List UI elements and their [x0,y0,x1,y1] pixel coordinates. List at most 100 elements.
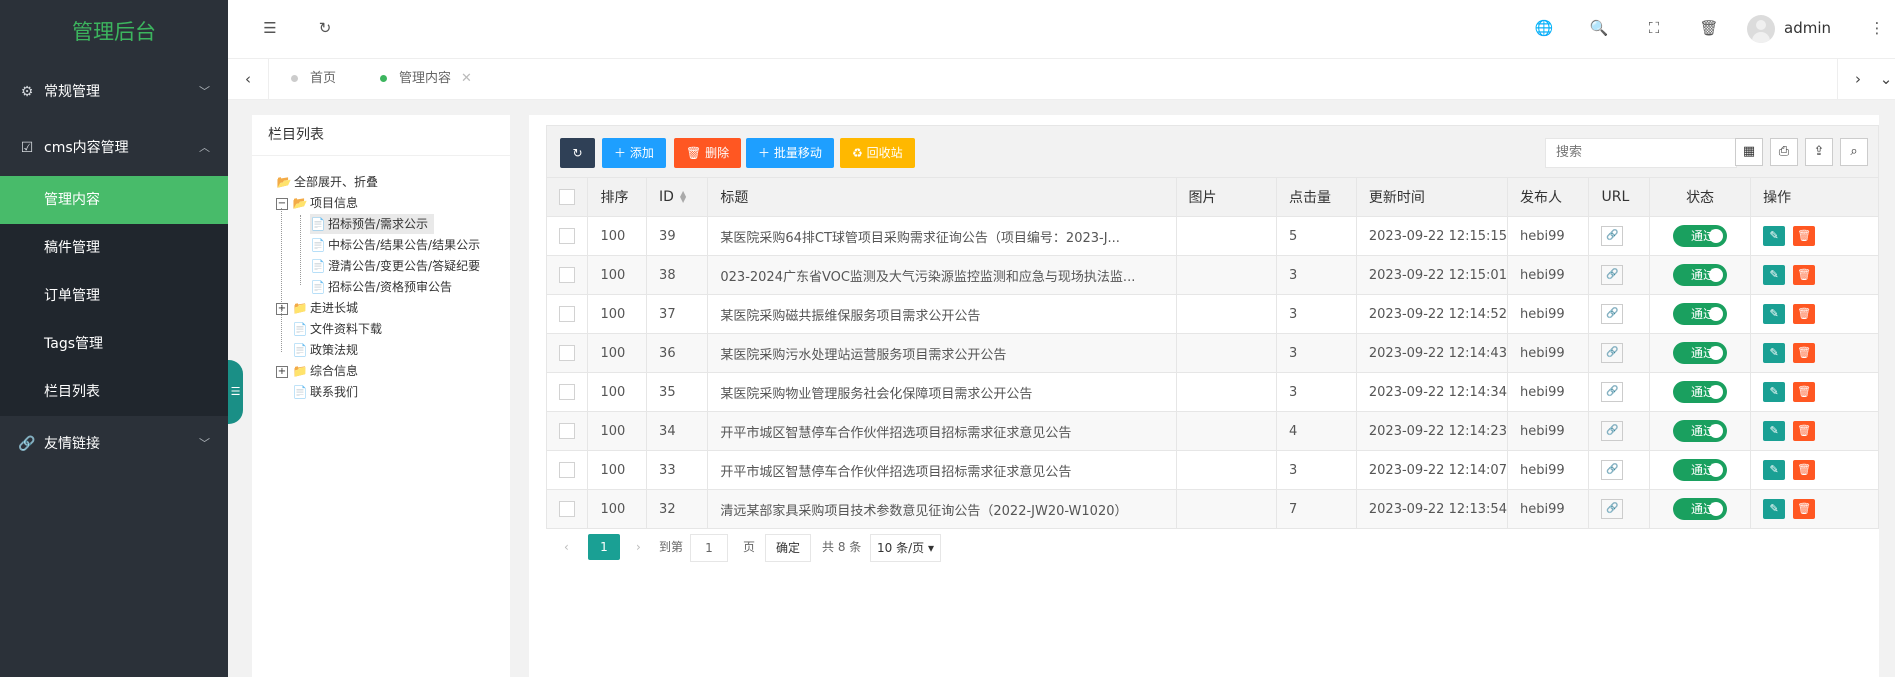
delete-icon[interactable]: 🗑 [1793,265,1816,285]
tree-node-c4[interactable]: 📄 招标公告/资格预审公告 [310,277,453,297]
expand-icon[interactable]: + [276,302,288,315]
checkbox[interactable] [559,345,576,361]
trash-icon[interactable]: 🗑 [1699,18,1719,38]
row-checkbox-cell[interactable] [545,333,589,373]
avatar[interactable] [1747,15,1775,43]
delete-icon[interactable]: 🗑 [1793,460,1816,480]
tab-next-icon[interactable]: › [1837,59,1878,99]
expand-icon[interactable]: + [276,365,288,378]
tab-manage-content[interactable]: 管理内容 ✕ [380,59,472,99]
status-toggle[interactable]: 通过 [1673,498,1728,520]
checkbox[interactable] [559,267,576,283]
link-icon[interactable]: 🔗 [1601,421,1624,441]
more-icon[interactable]: ⋮ [1867,18,1887,38]
link-icon[interactable]: 🔗 [1601,226,1624,246]
row-checkbox-cell[interactable] [545,255,589,295]
link-icon[interactable]: 🔗 [1601,265,1624,285]
globe-icon[interactable]: 🌐 [1534,18,1554,38]
link-icon[interactable]: 🔗 [1601,343,1624,363]
edit-icon[interactable]: ✎ [1763,304,1786,324]
search-icon[interactable]: ⌕ [1840,138,1868,166]
delete-icon[interactable]: 🗑 [1793,226,1816,246]
refresh-button[interactable]: ↻ [560,138,595,168]
prev-page-icon[interactable]: ‹ [564,534,569,560]
page-jump-input[interactable]: 1 [690,534,728,562]
next-page-icon[interactable]: › [636,534,641,560]
checkbox[interactable] [559,384,576,400]
tree-node-lianxi[interactable]: 📄 联系我们 [292,382,359,402]
delete-icon[interactable]: 🗑 [1793,499,1816,519]
page-size-select[interactable]: 10 条/页 ▾ [870,534,941,562]
menu-toggle-icon[interactable]: ☰ [260,18,280,38]
edit-icon[interactable]: ✎ [1763,382,1786,402]
batch-move-button[interactable]: ＋ 批量移动 [746,138,834,168]
tree-node-zhengce[interactable]: 📄 政策法规 [292,340,359,360]
link-icon[interactable]: 🔗 [1601,304,1624,324]
sidebar-collapse-handle[interactable]: ☰ [228,360,243,424]
row-checkbox-cell[interactable] [545,372,589,412]
tree-node-zonghe[interactable]: + 📁 综合信息 [276,361,358,381]
sidebar-item-tags[interactable]: Tags管理 [0,320,228,368]
delete-icon[interactable]: 🗑 [1793,343,1816,363]
edit-icon[interactable]: ✎ [1763,421,1786,441]
sidebar-item-content[interactable]: 管理内容 [0,176,228,224]
edit-icon[interactable]: ✎ [1763,265,1786,285]
close-icon[interactable]: ✕ [461,71,472,86]
link-icon[interactable]: 🔗 [1601,460,1624,480]
checkbox[interactable] [559,189,576,205]
status-toggle[interactable]: 通过 [1673,303,1728,325]
delete-icon[interactable]: 🗑 [1793,382,1816,402]
tab-home[interactable]: 首页 [291,59,336,99]
edit-icon[interactable]: ✎ [1763,460,1786,480]
status-toggle[interactable]: 通过 [1673,381,1728,403]
row-checkbox-cell[interactable] [545,450,589,490]
search-input[interactable] [1545,138,1737,168]
sidebar-item-manuscripts[interactable]: 稿件管理 [0,224,228,272]
delete-button[interactable]: 🗑 删除 [674,138,742,168]
row-checkbox-cell[interactable] [545,411,589,451]
menu-group-links[interactable]: 🔗 友情链接 ﹀ [0,416,228,472]
tree-node-c3[interactable]: 📄 澄清公告/变更公告/答疑纪要 [310,256,481,276]
edit-icon[interactable]: ✎ [1763,343,1786,363]
user-name[interactable]: admin [1784,19,1831,37]
refresh-icon[interactable]: ↻ [315,18,335,38]
row-checkbox-cell[interactable] [545,216,589,256]
row-checkbox-cell[interactable] [545,489,589,529]
checkbox[interactable] [559,423,576,439]
sidebar-item-orders[interactable]: 订单管理 [0,272,228,320]
tree-expand-all[interactable]: 📂 全部展开、折叠 [276,172,379,192]
menu-group-general[interactable]: ⚙ 常规管理 ﹀ [0,64,228,120]
page-confirm-button[interactable]: 确定 [765,534,812,562]
checkbox[interactable] [559,501,576,517]
search-icon[interactable]: 🔍 [1589,18,1609,38]
link-icon[interactable]: 🔗 [1601,499,1624,519]
page-number[interactable]: 1 [588,534,620,560]
row-checkbox-cell[interactable] [545,294,589,334]
tree-node-zoujin[interactable]: + 📁 走进长城 [276,298,358,318]
export-icon[interactable]: ⇪ [1805,138,1833,166]
sidebar-item-columns[interactable]: 栏目列表 [0,368,228,416]
checkbox[interactable] [559,306,576,322]
edit-icon[interactable]: ✎ [1763,499,1786,519]
recycle-button[interactable]: ♻ 回收站 [840,138,915,168]
status-toggle[interactable]: 通过 [1673,264,1728,286]
tree-node-c2[interactable]: 📄 中标公告/结果公告/结果公示 [310,235,481,255]
collapse-icon[interactable]: − [276,197,288,210]
print-icon[interactable]: ⎙ [1770,138,1798,166]
status-toggle[interactable]: 通过 [1673,225,1728,247]
status-toggle[interactable]: 通过 [1673,342,1728,364]
checkbox[interactable] [559,228,576,244]
menu-group-cms[interactable]: ☑ cms内容管理 ︿ [0,120,228,176]
link-icon[interactable]: 🔗 [1601,382,1624,402]
delete-icon[interactable]: 🗑 [1793,304,1816,324]
status-toggle[interactable]: 通过 [1673,420,1728,442]
edit-icon[interactable]: ✎ [1763,226,1786,246]
select-all-checkbox[interactable] [545,177,589,217]
status-toggle[interactable]: 通过 [1673,459,1728,481]
tab-prev-icon[interactable]: ‹ [228,59,269,99]
add-button[interactable]: ＋ 添加 [602,138,666,168]
tree-node-wenjian[interactable]: 📄 文件资料下载 [292,319,383,339]
tab-menu-icon[interactable]: ⌄ [1877,59,1895,99]
tree-node-c1[interactable]: 📄 招标预告/需求公示 [310,214,435,234]
delete-icon[interactable]: 🗑 [1793,421,1816,441]
